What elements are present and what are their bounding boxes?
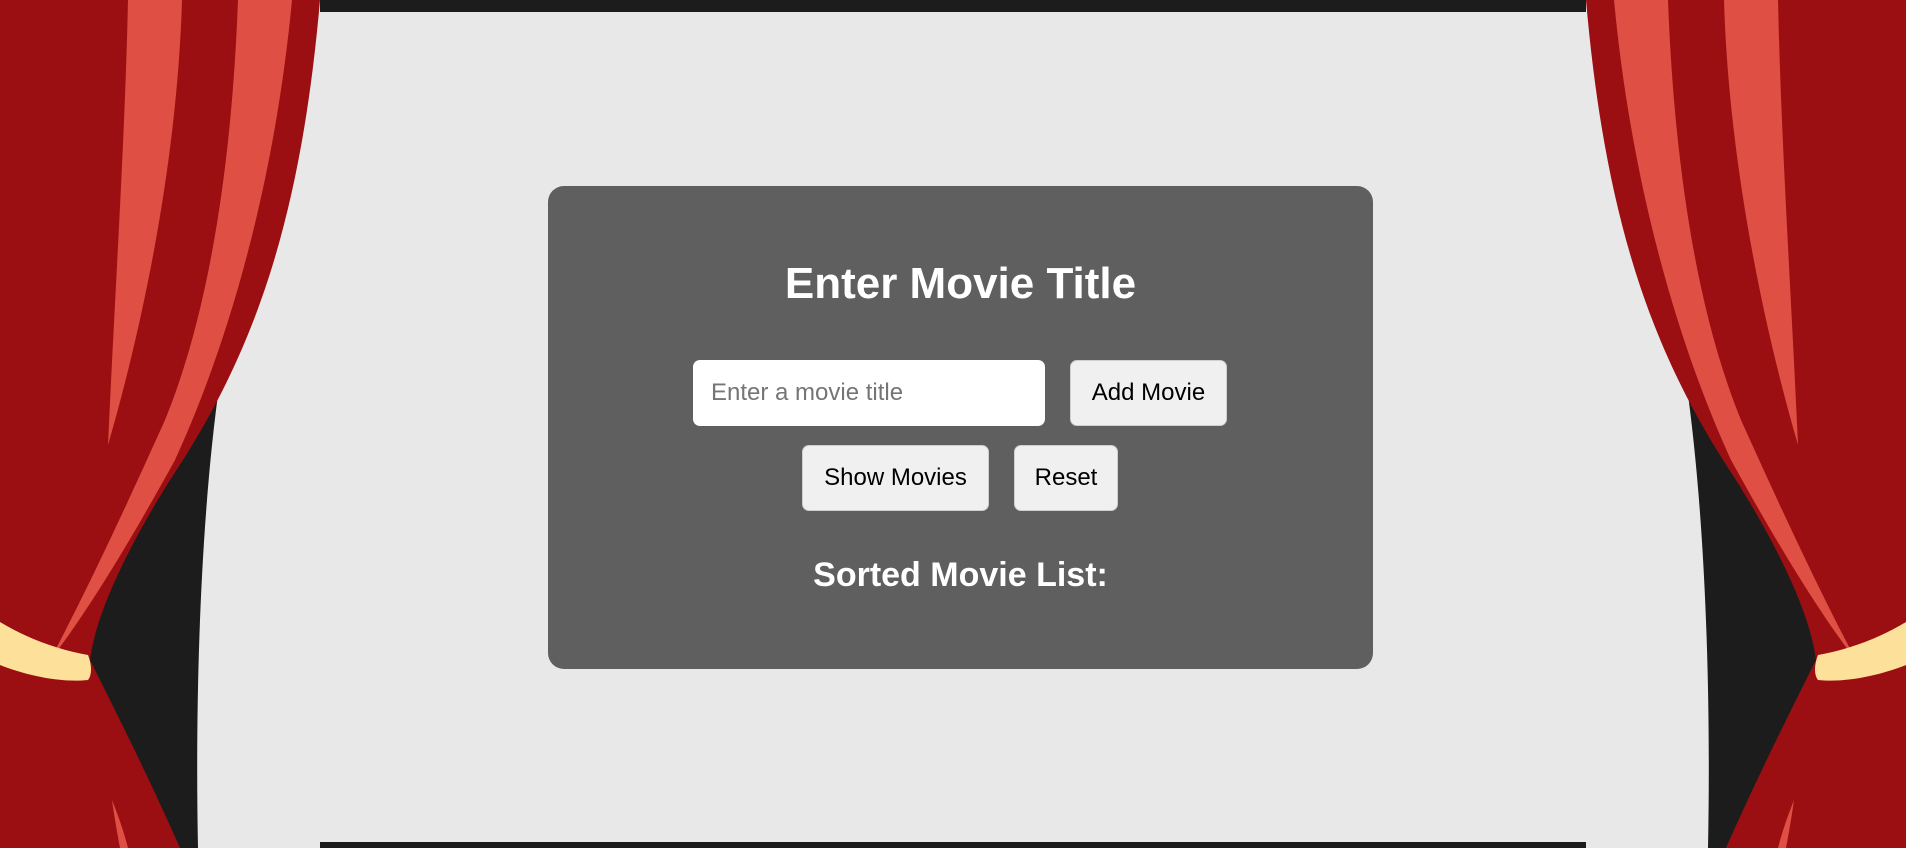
curtain-right-icon bbox=[1586, 0, 1906, 848]
add-movie-button[interactable]: Add Movie bbox=[1070, 360, 1227, 426]
theater-stage: Enter Movie Title Add Movie Show Movies … bbox=[0, 0, 1906, 848]
movie-panel: Enter Movie Title Add Movie Show Movies … bbox=[548, 186, 1373, 669]
reset-button[interactable]: Reset bbox=[1014, 445, 1118, 511]
show-movies-button[interactable]: Show Movies bbox=[802, 445, 989, 511]
panel-title: Enter Movie Title bbox=[784, 259, 1137, 308]
stage-top-bar bbox=[320, 0, 1599, 12]
movie-title-input[interactable] bbox=[693, 360, 1045, 426]
sorted-list-heading: Sorted Movie List: bbox=[813, 556, 1108, 594]
curtain-left-icon bbox=[0, 0, 320, 848]
stage-bottom-bar bbox=[320, 842, 1599, 848]
